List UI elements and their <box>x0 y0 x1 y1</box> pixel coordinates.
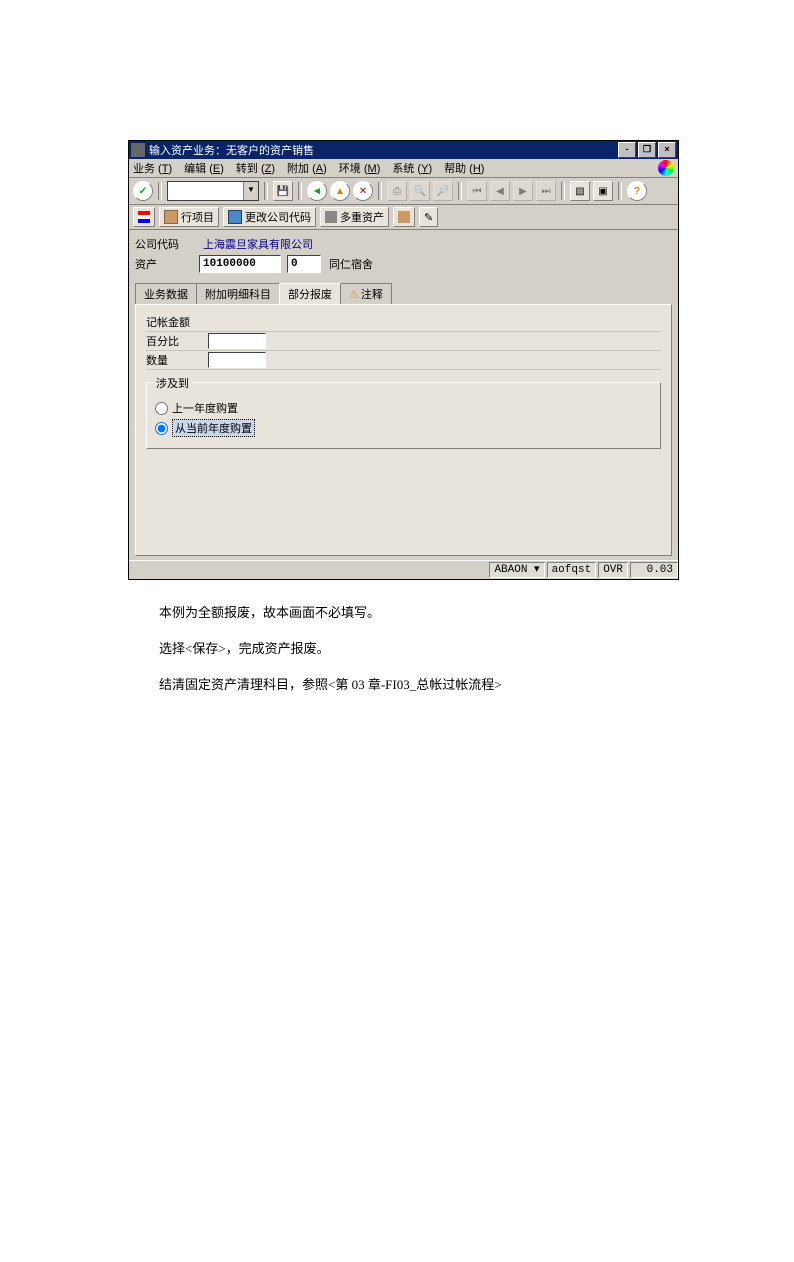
app-btn-multi-asset[interactable]: 多重资产 <box>320 207 389 227</box>
flag-icon <box>138 211 150 223</box>
menu-help[interactable]: 帮助 (H) <box>444 160 484 176</box>
company-name: 上海震旦家具有限公司 <box>203 236 313 252</box>
quantity-label: 数量 <box>146 352 208 368</box>
doc-paragraph-1: 本例为全额报废，故本画面不必填写。 <box>159 600 666 626</box>
restore-button[interactable]: ❐ <box>638 142 656 158</box>
find-next-button[interactable]: 🔎 <box>433 181 453 201</box>
multi-icon <box>325 211 337 223</box>
app-btn-change-company[interactable]: 更改公司代码 <box>223 207 316 227</box>
menu-business[interactable]: 业务 (T) <box>133 160 172 176</box>
radio-current-year-label: 从当前年度购置 <box>172 419 255 437</box>
toolbar-separator <box>298 182 302 200</box>
sap-logo-icon <box>658 160 674 176</box>
status-time: 0.03 <box>630 562 678 578</box>
document-text: 本例为全额报废，故本画面不必填写。 选择<保存>，完成资产报废。 结清固定资产清… <box>159 600 666 698</box>
app-btn-extra[interactable]: ✎ <box>419 207 438 227</box>
minimize-button[interactable]: - <box>618 142 636 158</box>
status-tcode: ABAON ▾ <box>489 562 544 578</box>
radio-prior-year-label: 上一年度购置 <box>172 400 238 416</box>
multi-asset-label: 多重资产 <box>340 209 384 225</box>
menu-environment[interactable]: 环境 (M) <box>339 160 381 176</box>
last-page-button[interactable]: ⏭ <box>536 181 556 201</box>
posting-amount-label: 记帐金额 <box>146 314 208 330</box>
toolbar-separator <box>158 182 162 200</box>
app-icon <box>131 143 145 157</box>
next-page-button[interactable]: ▶ <box>513 181 533 201</box>
tab-panel: 记帐金额 百分比 数量 涉及到 上一年度购置 <box>135 304 672 556</box>
tab-additional-accounts[interactable]: 附加明细科目 <box>196 283 280 304</box>
save-button[interactable]: 💾 <box>273 181 293 201</box>
back-button[interactable]: ◄ <box>307 181 327 201</box>
menu-goto[interactable]: 转到 (Z) <box>236 160 275 176</box>
percent-field[interactable] <box>208 333 266 349</box>
standard-toolbar: ✓ ▼ 💾 ◄ ▲ ✕ ⎙ 🔍 🔎 ⏮ ◀ ▶ ⏭ ▧ ▣ ? <box>129 178 678 205</box>
prev-page-button[interactable]: ◀ <box>490 181 510 201</box>
enter-button[interactable]: ✓ <box>133 181 153 201</box>
menu-edit[interactable]: 编辑 (E) <box>184 160 224 176</box>
radio-current-year[interactable] <box>155 422 168 435</box>
app-btn-book[interactable] <box>393 207 415 227</box>
tab-notes[interactable]: ⚠注释 <box>340 283 392 304</box>
percent-label: 百分比 <box>146 333 208 349</box>
asset-number-field[interactable]: 10100000 <box>199 255 281 273</box>
tab-partial-retirement[interactable]: 部分报废 <box>279 283 341 304</box>
doc-paragraph-2: 选择<保存>，完成资产报废。 <box>159 636 666 662</box>
close-button[interactable]: × <box>658 142 676 158</box>
status-system: aofqst <box>547 562 597 578</box>
workarea: 公司代码 上海震旦家具有限公司 资产 10100000 0 同仁宿舍 业务数据 … <box>129 230 678 560</box>
app-btn-lineitem[interactable]: 行项目 <box>159 207 219 227</box>
status-ovr: OVR <box>598 562 628 578</box>
cancel-button[interactable]: ✕ <box>353 181 373 201</box>
toolbar-separator <box>561 182 565 200</box>
app-toolbar: 行项目 更改公司代码 多重资产 ✎ <box>129 205 678 230</box>
menu-system[interactable]: 系统 (Y) <box>392 160 432 176</box>
statusbar: ABAON ▾ aofqst OVR 0.03 <box>129 560 678 579</box>
titlebar: 输入资产业务：无客户的资产销售 - ❐ × <box>129 141 678 159</box>
book-icon <box>398 211 410 223</box>
toolbar-separator <box>618 182 622 200</box>
grid-icon <box>228 210 242 224</box>
warning-icon: ⚠ <box>349 289 359 301</box>
asset-subnumber-field[interactable]: 0 <box>287 255 321 273</box>
menu-extras[interactable]: 附加 (A) <box>287 160 327 176</box>
change-company-label: 更改公司代码 <box>245 209 311 225</box>
cube-icon <box>164 210 178 224</box>
print-button[interactable]: ⎙ <box>387 181 407 201</box>
asset-description: 同仁宿舍 <box>329 256 373 272</box>
command-field[interactable]: ▼ <box>167 181 259 201</box>
sap-window: 输入资产业务：无客户的资产销售 - ❐ × 业务 (T) 编辑 (E) 转到 (… <box>128 140 679 580</box>
exit-button[interactable]: ▲ <box>330 181 350 201</box>
window-title: 输入资产业务：无客户的资产销售 <box>149 142 616 158</box>
related-to-group: 涉及到 上一年度购置 从当前年度购置 <box>146 382 661 449</box>
help-button[interactable]: ? <box>627 181 647 201</box>
group-title: 涉及到 <box>153 375 192 391</box>
radio-prior-year[interactable] <box>155 402 168 415</box>
menubar: 业务 (T) 编辑 (E) 转到 (Z) 附加 (A) 环境 (M) 系统 (Y… <box>129 159 678 178</box>
asset-label: 资产 <box>135 256 199 272</box>
shortcut-button[interactable]: ▣ <box>593 181 613 201</box>
toolbar-separator <box>264 182 268 200</box>
line-item-label: 行项目 <box>181 209 214 225</box>
tabstrip: 业务数据 附加明细科目 部分报废 ⚠注释 <box>135 284 672 304</box>
find-button[interactable]: 🔍 <box>410 181 430 201</box>
toolbar-separator <box>458 182 462 200</box>
quantity-field[interactable] <box>208 352 266 368</box>
toolbar-separator <box>378 182 382 200</box>
chevron-down-icon[interactable]: ▼ <box>243 182 258 200</box>
app-btn-flag[interactable] <box>133 207 155 227</box>
new-session-button[interactable]: ▧ <box>570 181 590 201</box>
company-code-label: 公司代码 <box>135 236 199 252</box>
first-page-button[interactable]: ⏮ <box>467 181 487 201</box>
tab-business-data[interactable]: 业务数据 <box>135 283 197 304</box>
doc-paragraph-3: 结清固定资产清理科目，参照<第 03 章-FI03_总帐过帐流程> <box>159 672 666 698</box>
